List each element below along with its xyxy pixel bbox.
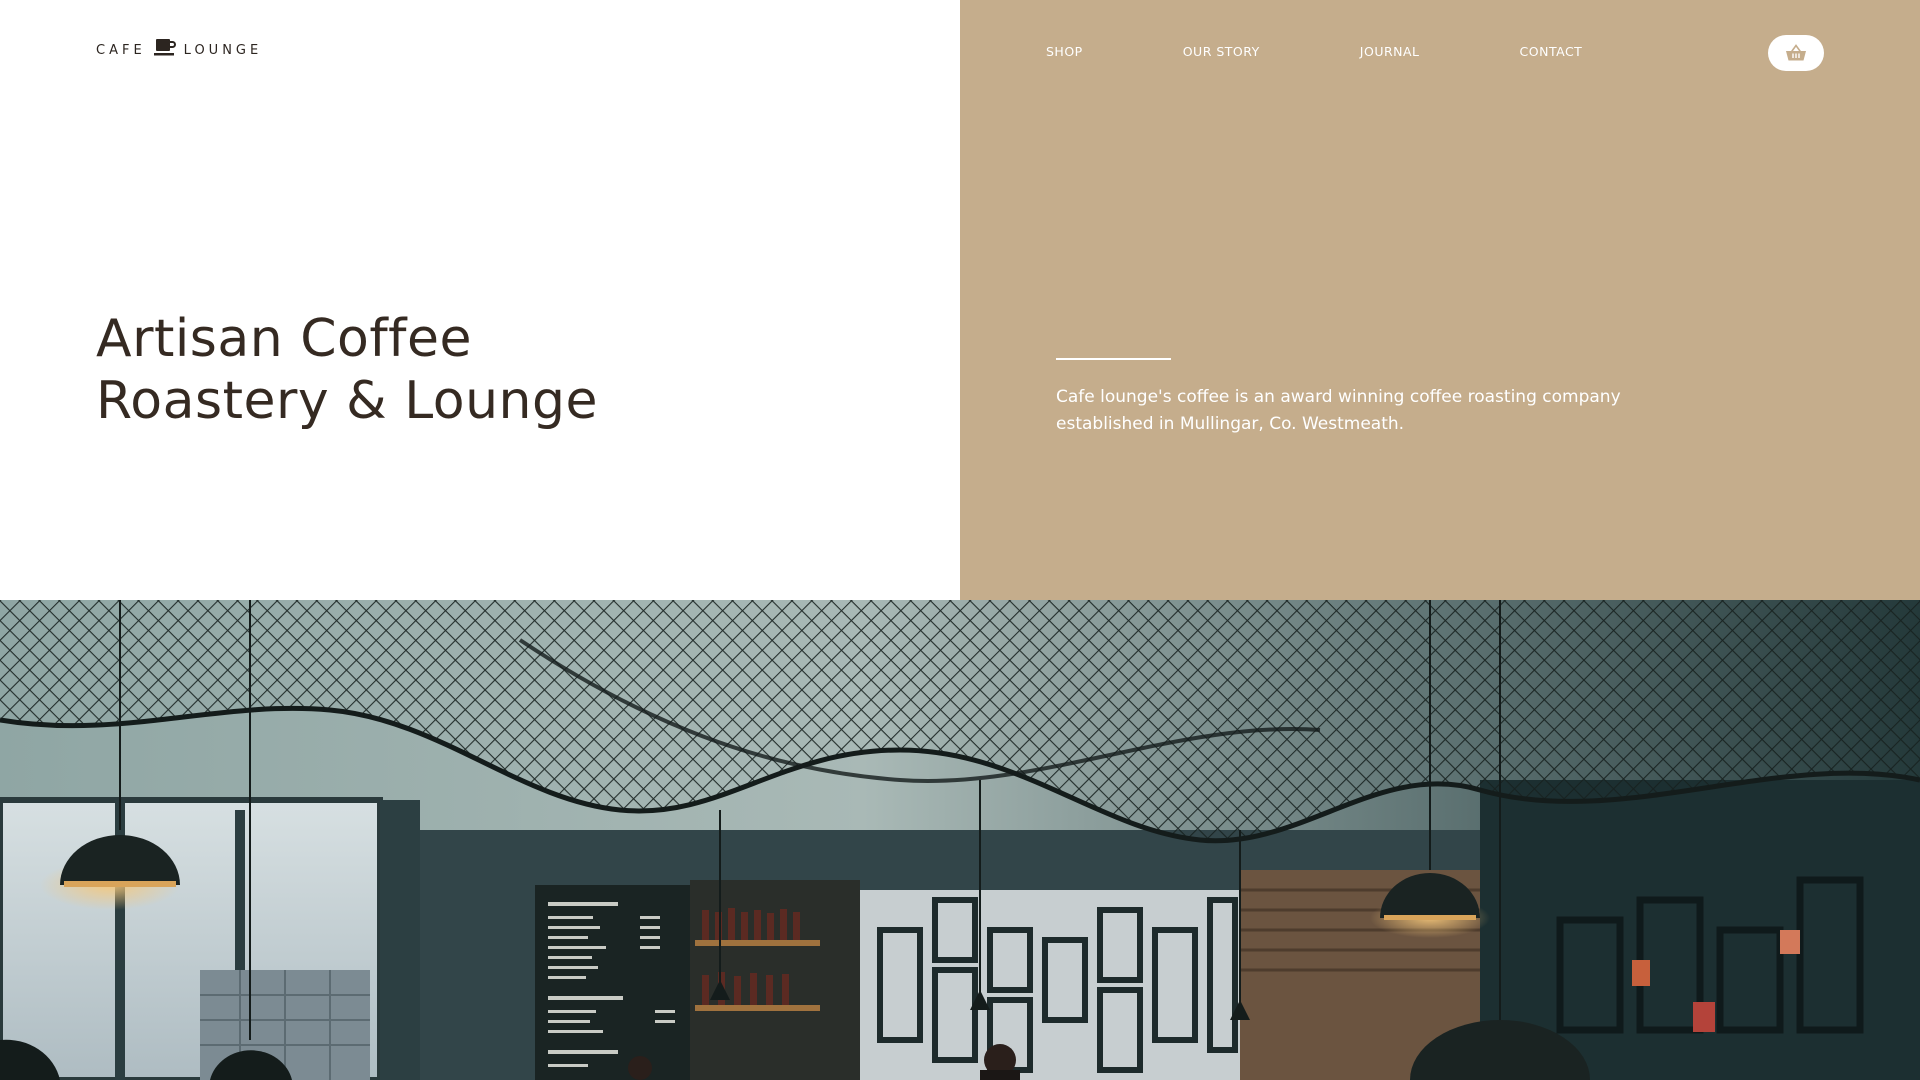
accent-divider xyxy=(1056,358,1171,360)
page: CAFE LOUNGE Artisan Coffee Roastery & Lo… xyxy=(0,0,1920,1080)
main-nav: SHOP OUR STORY JOURNAL CONTACT xyxy=(1046,44,1582,60)
page-title-line-2: Roastery & Lounge xyxy=(96,371,598,431)
hero-left-panel: CAFE LOUNGE Artisan Coffee Roastery & Lo… xyxy=(0,0,960,600)
logo-word-left: CAFE xyxy=(96,43,146,58)
hero-description: Cafe lounge's coffee is an award winning… xyxy=(1056,387,1621,434)
nav-item-contact[interactable]: CONTACT xyxy=(1520,44,1583,60)
coffee-cup-icon xyxy=(153,38,176,55)
nav-item-journal[interactable]: JOURNAL xyxy=(1360,44,1420,60)
logo-word-right: LOUNGE xyxy=(183,43,263,58)
cafe-interior-image xyxy=(0,600,1920,1080)
nav-item-our-story[interactable]: OUR STORY xyxy=(1183,44,1260,60)
page-title: Artisan Coffee Roastery & Lounge xyxy=(96,308,796,432)
page-title-line-1: Artisan Coffee xyxy=(96,309,472,369)
hero-right-panel xyxy=(960,0,1920,600)
nav-item-shop[interactable]: SHOP xyxy=(1046,44,1083,60)
basket-icon xyxy=(1786,44,1806,61)
site-logo[interactable]: CAFE LOUNGE xyxy=(96,36,262,57)
cafe-interior-illustration xyxy=(0,600,1920,1080)
hero-section: CAFE LOUNGE Artisan Coffee Roastery & Lo… xyxy=(0,0,1920,600)
cart-button[interactable] xyxy=(1768,35,1824,71)
